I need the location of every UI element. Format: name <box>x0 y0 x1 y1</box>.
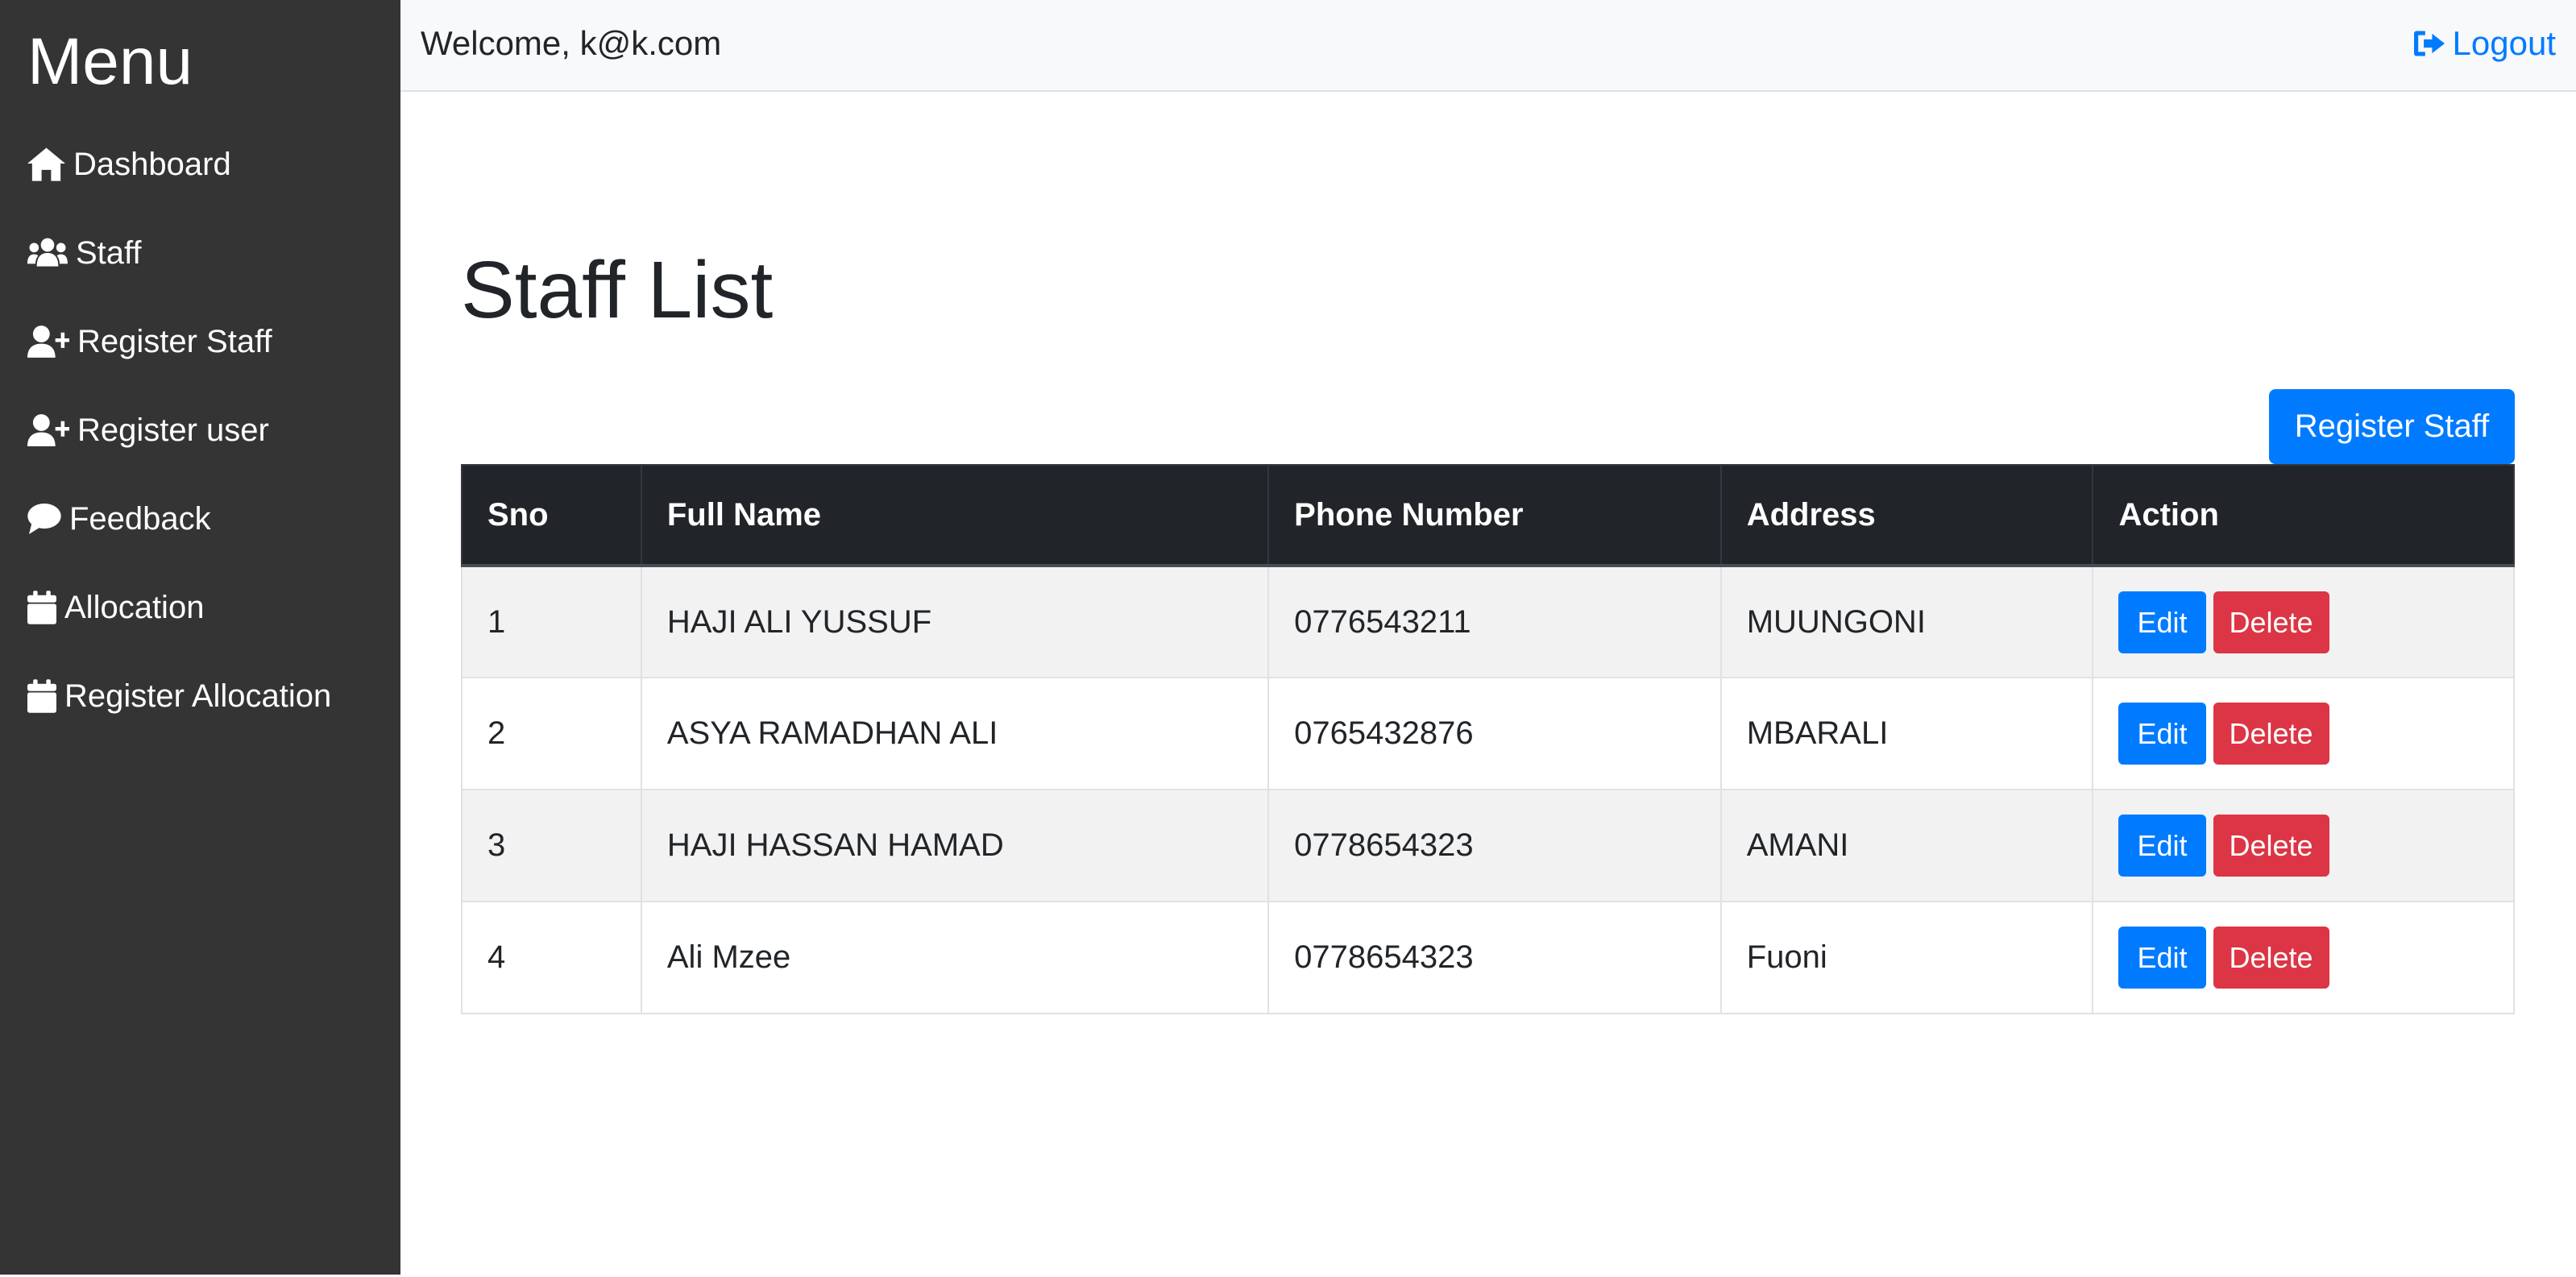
cell-action: Edit Delete <box>2092 677 2515 790</box>
delete-button[interactable]: Delete <box>2213 591 2329 653</box>
table-header-row: Sno Full Name Phone Number Address Actio… <box>461 464 2515 567</box>
cell-sno: 1 <box>461 565 642 678</box>
column-header-phone-number: Phone Number <box>1267 464 1722 567</box>
cell-sno: 2 <box>461 677 642 790</box>
edit-button[interactable]: Edit <box>2118 591 2206 653</box>
sidebar-item-staff[interactable]: Staff <box>27 225 142 281</box>
sidebar-item-label: Allocation <box>64 589 205 625</box>
sidebar-item-label: Register Allocation <box>64 678 332 714</box>
column-header-sno: Sno <box>461 464 642 567</box>
sidebar-item-register-user[interactable]: Register user <box>27 402 269 458</box>
users-icon <box>27 237 68 269</box>
cell-address: MUUNGONI <box>1719 565 2094 678</box>
cell-full-name: HAJI HASSAN HAMAD <box>640 789 1270 902</box>
calendar-icon <box>27 679 56 713</box>
column-header-full-name: Full Name <box>640 464 1270 567</box>
sidebar-item-label: Feedback <box>69 500 211 537</box>
user-plus-icon <box>27 414 69 446</box>
edit-button[interactable]: Edit <box>2118 927 2206 989</box>
cell-phone-number: 0765432876 <box>1267 677 1722 790</box>
sidebar-item-label: Register Staff <box>77 323 272 359</box>
table-row: 1 HAJI ALI YUSSUF 0776543211 MUUNGONI Ed… <box>461 565 2515 678</box>
calendar-icon <box>27 591 56 624</box>
table-row: 4 Ali Mzee 0778654323 Fuoni Edit Delete <box>461 901 2515 1014</box>
user-plus-icon <box>27 325 69 358</box>
welcome-text: Welcome, k@k.com <box>421 24 722 62</box>
edit-button[interactable]: Edit <box>2118 815 2206 877</box>
cell-action: Edit Delete <box>2092 901 2515 1014</box>
register-staff-button[interactable]: Register Staff <box>2269 389 2515 464</box>
sidebar-title: Menu <box>27 25 193 98</box>
table-row: 2 ASYA RAMADHAN ALI 0765432876 MBARALI E… <box>461 677 2515 790</box>
delete-button[interactable]: Delete <box>2213 927 2329 989</box>
sidebar-item-label: Dashboard <box>73 146 231 182</box>
sidebar-item-label: Register user <box>77 412 269 448</box>
cell-action: Edit Delete <box>2092 565 2515 678</box>
column-header-address: Address <box>1719 464 2094 567</box>
cell-phone-number: 0776543211 <box>1267 565 1722 678</box>
cell-action: Edit Delete <box>2092 789 2515 902</box>
column-header-action: Action <box>2092 464 2515 567</box>
comment-icon <box>27 504 61 534</box>
delete-button[interactable]: Delete <box>2213 815 2329 877</box>
table-row: 3 HAJI HASSAN HAMAD 0778654323 AMANI Edi… <box>461 789 2515 902</box>
delete-button[interactable]: Delete <box>2213 703 2329 765</box>
cell-phone-number: 0778654323 <box>1267 789 1722 902</box>
cell-full-name: Ali Mzee <box>640 901 1270 1014</box>
cell-address: AMANI <box>1719 789 2094 902</box>
edit-button[interactable]: Edit <box>2118 703 2206 765</box>
logout-link[interactable]: Logout <box>2412 24 2556 63</box>
cell-sno: 4 <box>461 901 642 1014</box>
logout-label: Logout <box>2452 24 2556 62</box>
sidebar-item-register-allocation[interactable]: Register Allocation <box>27 668 331 724</box>
page-title: Staff List <box>461 245 774 335</box>
sidebar-item-allocation[interactable]: Allocation <box>27 579 204 636</box>
sign-out-icon <box>2412 28 2453 59</box>
cell-full-name: HAJI ALI YUSSUF <box>640 565 1270 678</box>
staff-table: Sno Full Name Phone Number Address Actio… <box>461 464 2515 1014</box>
cell-full-name: ASYA RAMADHAN ALI <box>640 677 1270 790</box>
cell-sno: 3 <box>461 789 642 902</box>
cell-address: Fuoni <box>1719 901 2094 1014</box>
sidebar-item-register-staff[interactable]: Register Staff <box>27 313 272 370</box>
sidebar: Menu Dashboard Staff Register Staff Regi… <box>0 0 400 1275</box>
cell-phone-number: 0778654323 <box>1267 901 1722 1014</box>
top-navbar: Welcome, k@k.com Logout <box>400 0 2576 92</box>
home-icon <box>27 147 65 181</box>
sidebar-item-label: Staff <box>76 234 142 271</box>
sidebar-item-dashboard[interactable]: Dashboard <box>27 136 231 193</box>
cell-address: MBARALI <box>1719 677 2094 790</box>
sidebar-item-feedback[interactable]: Feedback <box>27 491 211 547</box>
